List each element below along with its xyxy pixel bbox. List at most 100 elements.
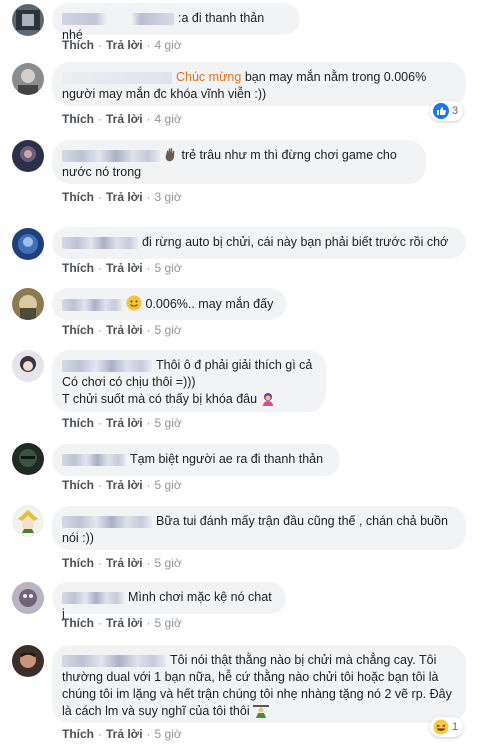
comment-bubble: 0.006%.. may mắn đấy [52, 288, 286, 320]
author-name[interactable] [62, 12, 174, 25]
avatar[interactable] [12, 645, 44, 677]
like-link[interactable]: Thích [62, 556, 94, 570]
author-name[interactable] [62, 654, 166, 667]
separator: · [146, 261, 151, 275]
timestamp[interactable]: 5 giờ [155, 727, 182, 741]
like-link[interactable]: Thích [62, 416, 94, 430]
reaction-badge[interactable]: 3 [430, 101, 464, 121]
comment-bubble: trẻ trâu như m thì đừng chơi game cho nư… [52, 140, 426, 184]
avatar[interactable] [12, 350, 44, 382]
timestamp[interactable]: 4 giờ [155, 112, 182, 126]
timestamp[interactable]: 5 giờ [155, 323, 182, 337]
like-link[interactable]: Thích [62, 261, 94, 275]
timestamp[interactable]: 3 giờ [155, 190, 182, 204]
avatar[interactable] [12, 140, 44, 172]
highlight-text[interactable]: Chúc mừng [176, 70, 241, 84]
smiling-face-icon [126, 295, 142, 311]
like-link[interactable]: Thích [62, 478, 94, 492]
comment-actions: Thích · Trả lời · 3 giờ [62, 190, 182, 204]
author-name[interactable] [62, 149, 160, 162]
avatar[interactable] [12, 582, 44, 614]
comment-text: Tạm biệt người ae ra đi thanh thản [130, 452, 324, 466]
comment-text-line: Có chơi có chịu thôi =))) [62, 375, 196, 389]
author-name[interactable] [62, 71, 172, 84]
laughing-face-icon [433, 719, 449, 735]
author-name[interactable] [62, 591, 124, 604]
separator: · [146, 478, 151, 492]
separator: · [146, 616, 151, 630]
reaction-count: 3 [452, 105, 459, 117]
separator: · [98, 727, 102, 741]
comment-actions: Thích · Trả lời · 5 giờ [62, 727, 182, 741]
like-link[interactable]: Thích [62, 190, 94, 204]
reply-link[interactable]: Trả lời [106, 556, 143, 570]
author-name[interactable] [62, 359, 152, 372]
reply-link[interactable]: Trả lời [106, 261, 143, 275]
separator: · [98, 190, 102, 204]
comment-actions: Thích · Trả lời · 5 giờ [62, 323, 182, 337]
like-link[interactable]: Thích [62, 323, 94, 337]
author-name[interactable] [62, 298, 122, 311]
comment-actions: Thích · Trả lời · 4 giờ [62, 112, 182, 126]
comment-bubble: Chúc mừng bạn may mắn nằm trong 0.006% n… [52, 62, 466, 106]
like-link[interactable]: Thích [62, 112, 94, 126]
separator: · [146, 556, 151, 570]
reply-link[interactable]: Trả lời [106, 478, 143, 492]
reply-link[interactable]: Trả lời [106, 38, 143, 52]
reaction-badge[interactable]: 1 [430, 717, 464, 737]
separator: · [146, 416, 151, 430]
comment-text: đi rừng auto bị chửi, cái này bạn phải b… [142, 235, 449, 249]
avatar[interactable] [12, 63, 44, 95]
author-name[interactable] [62, 515, 152, 528]
comment-bubble: :a đi thanh thản nhé [52, 3, 300, 42]
separator: · [146, 323, 151, 337]
separator: · [98, 556, 102, 570]
waving-hand-icon [165, 148, 175, 162]
comment-actions: Thích · Trả lời · 5 giờ [62, 556, 182, 570]
comment-actions: Thích · Trả lời · 5 giờ [62, 416, 182, 430]
separator: · [98, 323, 102, 337]
separator: · [98, 478, 102, 492]
timestamp[interactable]: 5 giờ [155, 616, 182, 630]
comment-actions: Thích · Trả lời · 4 giờ [62, 38, 182, 52]
author-name[interactable] [62, 453, 126, 466]
reply-link[interactable]: Trả lời [106, 323, 143, 337]
comment-text: 0.006%.. may mắn đấy [145, 297, 274, 311]
timestamp[interactable]: 5 giờ [155, 261, 182, 275]
timestamp[interactable]: 5 giờ [155, 478, 182, 492]
avatar[interactable] [12, 505, 44, 537]
avatar[interactable] [12, 443, 44, 475]
author-name[interactable] [62, 236, 138, 249]
comment-actions: Thích · Trả lời · 5 giờ [62, 478, 182, 492]
reply-link[interactable]: Trả lời [106, 727, 143, 741]
separator: · [146, 38, 151, 52]
like-link[interactable]: Thích [62, 727, 94, 741]
avatar[interactable] [12, 228, 44, 260]
timestamp[interactable]: 5 giờ [155, 556, 182, 570]
avatar[interactable] [12, 4, 44, 36]
comment-bubble: đi rừng auto bị chửi, cái này bạn phải b… [52, 227, 466, 259]
like-link[interactable]: Thích [62, 616, 94, 630]
reply-link[interactable]: Trả lời [106, 616, 143, 630]
separator: · [146, 112, 151, 126]
reply-link[interactable]: Trả lời [106, 190, 143, 204]
like-link[interactable]: Thích [62, 38, 94, 52]
comment-bubble: Tôi nói thật thằng nào bị chửi mà chẳng … [52, 645, 466, 723]
person-lifting-weights-icon [253, 705, 270, 718]
separator: · [98, 616, 102, 630]
reaction-count: 1 [452, 721, 459, 733]
comment-bubble: Bữa tui đánh mấy trận đầu cũng thế , chá… [52, 506, 466, 550]
like-icon [433, 103, 449, 119]
reply-link[interactable]: Trả lời [106, 112, 143, 126]
separator: · [98, 416, 102, 430]
comment-text-line: T chửi suốt mà có thấy bị khóa đâu [62, 392, 258, 406]
reply-link[interactable]: Trả lời [106, 416, 143, 430]
separator: · [146, 727, 151, 741]
comment-bubble: Tạm biệt người ae ra đi thanh thản [52, 444, 340, 476]
comment-bubble: Thôi ô đ phải giải thích gì cả Có chơi c… [52, 350, 326, 412]
separator: · [98, 112, 102, 126]
timestamp[interactable]: 5 giờ [155, 416, 182, 430]
timestamp[interactable]: 4 giờ [155, 38, 182, 52]
avatar[interactable] [12, 288, 44, 320]
comment-actions: Thích · Trả lời · 5 giờ [62, 616, 182, 630]
